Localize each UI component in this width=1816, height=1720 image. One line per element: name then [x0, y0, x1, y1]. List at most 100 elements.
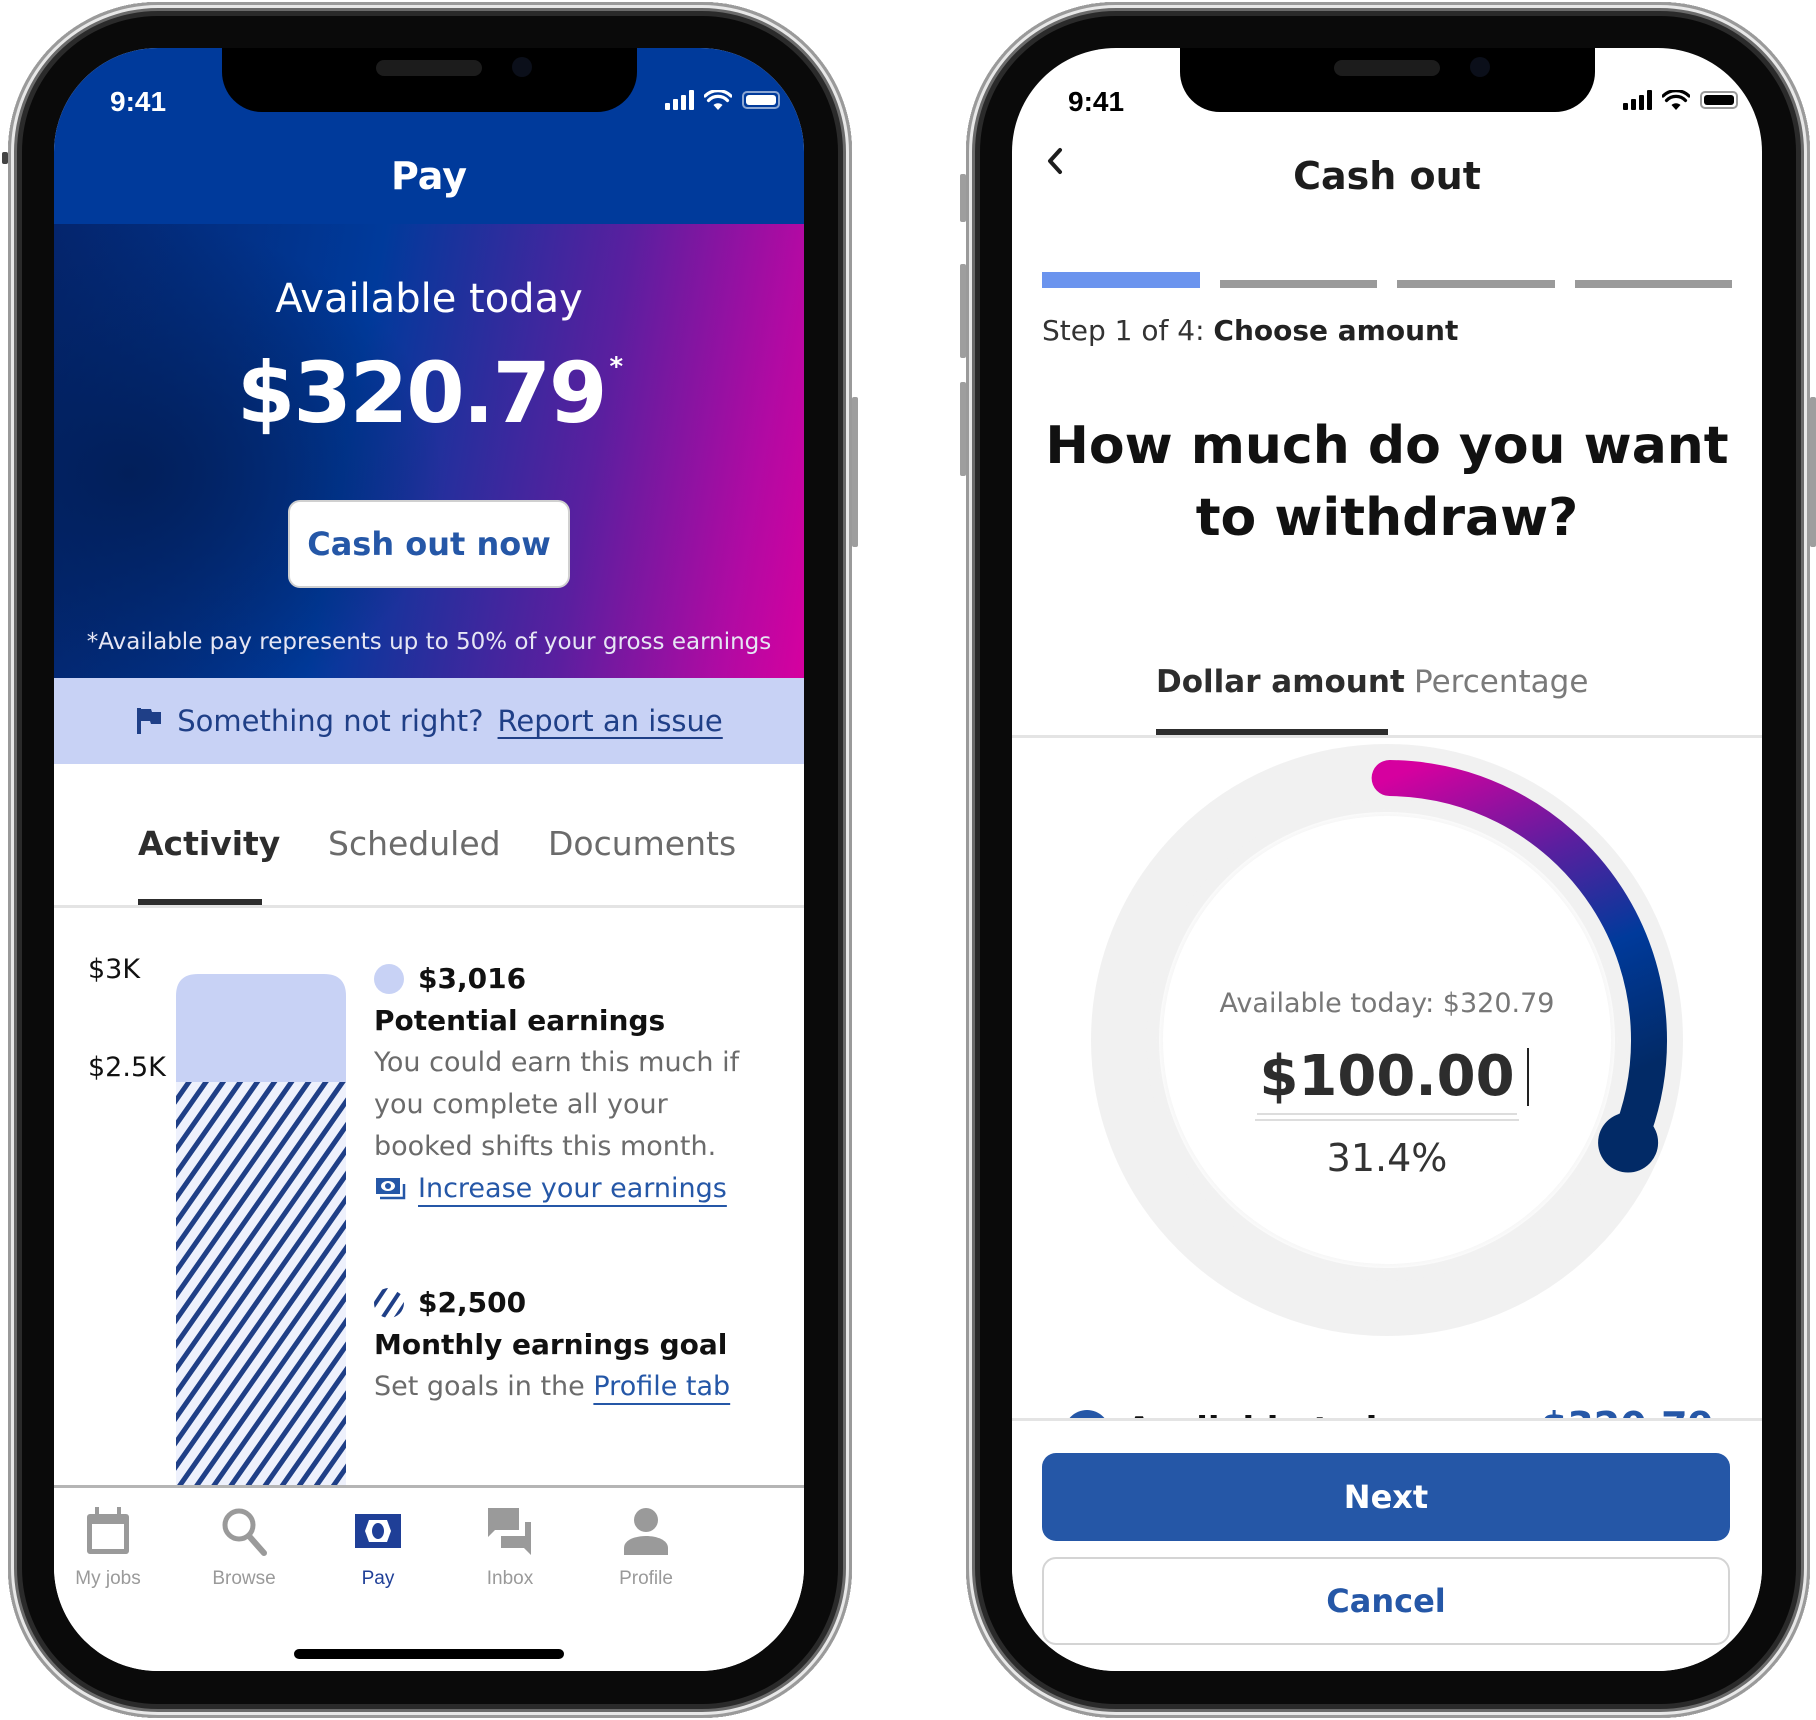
calendar-icon	[87, 1507, 129, 1554]
amount-value: $100.00	[1257, 1044, 1517, 1115]
tab-scheduled[interactable]: Scheduled	[328, 824, 501, 863]
potential-title: Potential earnings	[374, 1004, 666, 1037]
status-time: 9:41	[1068, 86, 1125, 117]
cash-out-screen: 9:41 Cash out Step 1 of 4: Choose amount…	[1012, 48, 1762, 1671]
notch	[1180, 48, 1595, 112]
page-title: Pay	[390, 154, 468, 198]
tab-bar-label: Browse	[212, 1568, 276, 1589]
step-segment-1	[1042, 272, 1200, 288]
increase-earnings-link[interactable]: Increase your earnings	[418, 1168, 727, 1210]
report-issue-link[interactable]: Report an issue	[498, 704, 723, 738]
asterisk: *	[609, 352, 623, 382]
flag-icon	[137, 708, 162, 734]
step-segment-3	[1397, 280, 1555, 288]
potential-desc-2: you complete all your	[374, 1089, 668, 1120]
battery-icon	[742, 91, 780, 109]
goal-value: $2,500	[418, 1286, 527, 1319]
dial-svg	[1091, 744, 1683, 1336]
bar-svg	[176, 974, 346, 1485]
tab-bar-my-jobs[interactable]: My jobs	[54, 1506, 168, 1590]
earnings-chart: $3K $2.5K $3,016 Potential earnings You …	[54, 908, 804, 1485]
tab-percentage[interactable]: Percentage	[1414, 664, 1588, 700]
tab-bar-pay[interactable]: Pay	[318, 1506, 438, 1590]
withdraw-question: How much do you want to withdraw?	[1045, 416, 1729, 548]
tab-dollar-amount[interactable]: Dollar amount	[1156, 664, 1405, 700]
tab-bar-label: My jobs	[75, 1568, 141, 1589]
status-time: 9:41	[110, 86, 167, 117]
next-button[interactable]: Next	[1042, 1453, 1730, 1541]
side-button	[2, 152, 8, 164]
available-amount-value: $320.79	[236, 344, 608, 442]
tab-bar-label: Inbox	[486, 1568, 534, 1589]
cash-out-now-button[interactable]: Cash out now	[288, 500, 570, 588]
goal-title: Monthly earnings goal	[374, 1328, 728, 1361]
notch	[222, 48, 637, 112]
signal-icon	[665, 90, 694, 110]
potential-value: $3,016	[418, 962, 527, 995]
amount-mode-tabs: Dollar amount Percentage	[1012, 608, 1762, 738]
money-icon	[355, 1514, 401, 1548]
action-footer: Next Cancel	[1012, 1418, 1762, 1671]
signal-icon	[1623, 90, 1652, 110]
active-tab-indicator	[138, 899, 262, 905]
step-prefix: Step 1 of 4:	[1042, 314, 1205, 347]
tab-bar-inbox[interactable]: Inbox	[450, 1506, 570, 1590]
available-label: Available today	[275, 276, 583, 322]
search-icon	[222, 1508, 267, 1556]
available-amount: $320.79 *	[54, 344, 804, 442]
bar-area	[176, 974, 346, 1485]
legend-dot-solid	[374, 964, 404, 994]
bottom-tab-bar: My jobs Browse Pay Inbox Profile	[54, 1485, 804, 1671]
percent-readout: 31.4%	[1326, 1136, 1448, 1180]
money-stack-icon	[376, 1178, 406, 1200]
profile-tab-link[interactable]: Profile tab	[593, 1371, 730, 1402]
tab-activity[interactable]: Activity	[138, 824, 280, 863]
y-tick-3k: $3K	[88, 954, 141, 985]
earnings-hero: Available today $320.79 * Cash out now *A…	[54, 224, 804, 678]
bar-earnings-goal	[176, 1082, 346, 1485]
goal-desc: Set goals in the	[374, 1371, 585, 1402]
disclaimer: *Available pay represents up to 50% of y…	[86, 629, 772, 655]
step-name: Choose amount	[1213, 314, 1459, 347]
tab-bar-label: Pay	[361, 1568, 395, 1589]
wifi-icon	[1662, 90, 1690, 110]
legend-hatch-swatch	[374, 1288, 404, 1318]
home-indicator	[294, 1649, 564, 1659]
tab-bar-profile[interactable]: Profile	[586, 1506, 706, 1590]
step-progress	[1042, 272, 1732, 288]
tab-documents[interactable]: Documents	[548, 824, 736, 863]
dial-available-label: Available today: $320.79	[1219, 988, 1555, 1019]
page-title: Cash out	[1293, 154, 1481, 198]
step-label: Step 1 of 4: Choose amount	[1042, 314, 1458, 347]
activity-tabs: Activity Scheduled Documents	[54, 764, 804, 908]
legend-potential: $3,016 Potential earnings You could earn…	[374, 958, 739, 1210]
cancel-button[interactable]: Cancel	[1042, 1557, 1730, 1645]
y-tick-2-5k: $2.5K	[88, 1052, 166, 1083]
report-banner: Something not right? Report an issue	[54, 678, 804, 764]
amount-dial[interactable]	[1087, 740, 1687, 1340]
step-segment-4	[1574, 280, 1732, 288]
tab-bar-browse[interactable]: Browse	[184, 1506, 304, 1590]
person-icon	[624, 1508, 668, 1555]
pay-screen: 9:41 Pay Available today $320.79 * Cash o…	[54, 48, 804, 1671]
text-caret	[1526, 1048, 1529, 1106]
legend-goal: $2,500 Monthly earnings goal Set goals i…	[374, 1282, 730, 1408]
active-tab-indicator	[1156, 729, 1388, 735]
mute-switch	[960, 174, 966, 222]
amount-input[interactable]: $100.00	[1012, 1044, 1762, 1121]
potential-desc-3: booked shifts this month.	[374, 1131, 717, 1162]
battery-icon	[1700, 91, 1738, 109]
volume-up-button	[960, 264, 966, 358]
phone-frame-cash-out: 9:41 Cash out Step 1 of 4: Choose amount…	[960, 2, 1816, 1718]
report-text: Something not right?	[177, 704, 484, 738]
wifi-icon	[704, 90, 732, 110]
volume-down-button	[960, 382, 966, 476]
potential-desc-1: You could earn this much if	[374, 1047, 740, 1078]
phone-frame-pay: 9:41 Pay Available today $320.79 * Cash o…	[2, 2, 858, 1718]
chat-icon	[488, 1508, 531, 1555]
step-segment-2	[1219, 280, 1377, 288]
tab-bar-label: Profile	[619, 1568, 673, 1589]
dial-inner	[1163, 816, 1611, 1264]
power-button	[1810, 397, 1816, 547]
power-button	[852, 397, 858, 547]
